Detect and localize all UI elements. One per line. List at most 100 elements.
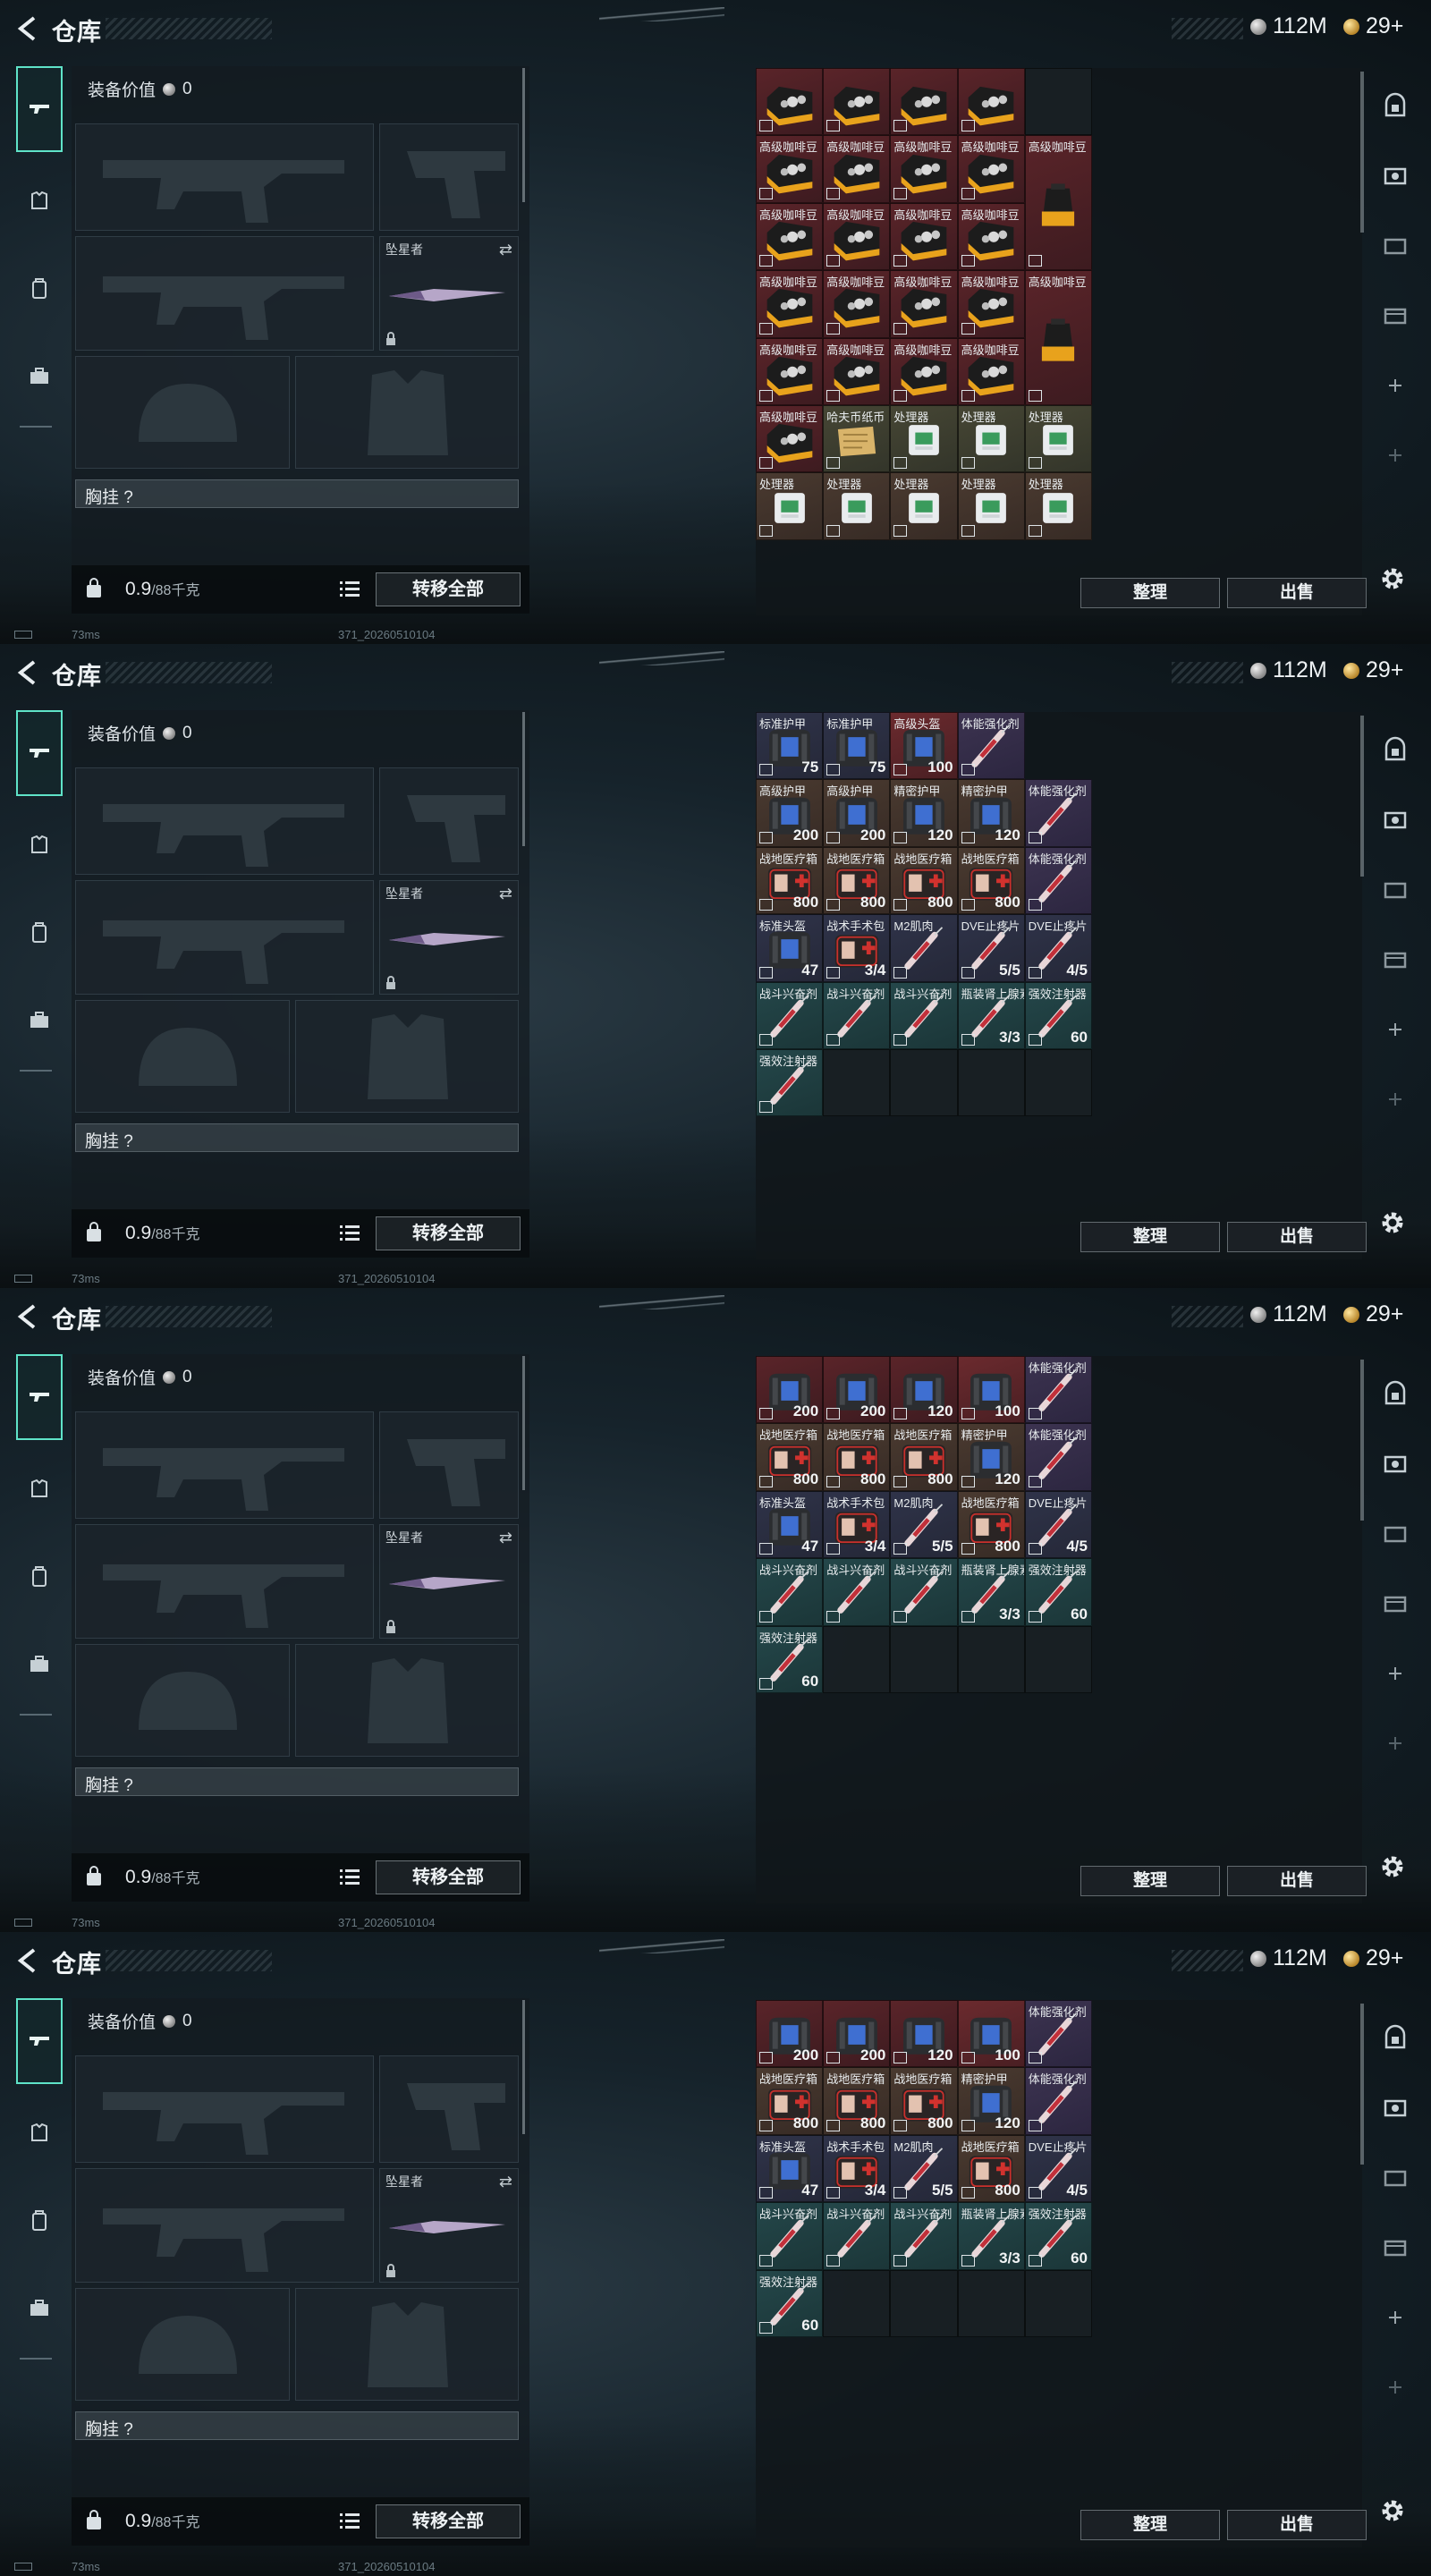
add-container-button[interactable]: [1373, 2283, 1418, 2352]
helmet-slot[interactable]: [75, 2288, 290, 2401]
loadout-scrollbar[interactable]: [522, 2000, 525, 2134]
stash-item[interactable]: 高级咖啡豆: [823, 135, 891, 203]
gold-currency[interactable]: 29+: [1343, 657, 1403, 683]
stash-item[interactable]: 120: [890, 2000, 958, 2068]
stash-item[interactable]: 战地医疗箱 800: [890, 2067, 958, 2135]
stash-item[interactable]: 体能强化剂: [1024, 1356, 1092, 1424]
stash-item[interactable]: 战斗兴奋剂: [890, 2202, 958, 2270]
stash-item[interactable]: [756, 68, 824, 136]
right-nav-item[interactable]: [1373, 855, 1418, 925]
right-nav-item[interactable]: [1373, 2073, 1418, 2143]
stash-item[interactable]: 战斗兴奋剂: [890, 1558, 958, 1626]
right-nav-item[interactable]: [1373, 1360, 1418, 1429]
nav-armor[interactable]: [16, 807, 63, 884]
stash-item[interactable]: 体能强化剂: [1024, 846, 1092, 915]
nav-case[interactable]: [16, 982, 63, 1059]
add-container-button[interactable]: [1373, 420, 1418, 490]
add-container-button[interactable]: [1373, 351, 1418, 420]
stash-item[interactable]: DVE止疼片 5/5: [957, 914, 1025, 982]
stash-item[interactable]: 瓶装肾上腺素 3/3: [957, 1558, 1025, 1626]
primary-weapon-slot[interactable]: [75, 1411, 374, 1519]
transfer-all-button[interactable]: 转移全部: [376, 1216, 521, 1250]
stash-scrollbar[interactable]: [1360, 2004, 1364, 2165]
nav-armor[interactable]: [16, 1451, 63, 1528]
nav-weapons[interactable]: [16, 1354, 63, 1440]
stash-item[interactable]: 精密护甲 120: [957, 779, 1025, 847]
stash-item[interactable]: 战地医疗箱 800: [957, 1490, 1025, 1559]
right-nav-item[interactable]: [1373, 1569, 1418, 1639]
stash-scrollbar[interactable]: [1360, 72, 1364, 233]
add-container-button[interactable]: [1373, 1708, 1418, 1778]
melee-slot[interactable]: 坠星者 ⇄: [379, 2168, 519, 2283]
stash-item[interactable]: 战地医疗箱 800: [823, 846, 891, 915]
sell-button[interactable]: 出售: [1227, 1222, 1367, 1252]
stash-item[interactable]: 处理器: [890, 472, 958, 540]
sell-button[interactable]: 出售: [1227, 1866, 1367, 1896]
stash-item[interactable]: 100: [957, 1356, 1025, 1424]
add-container-button[interactable]: [1373, 1639, 1418, 1708]
stash-scrollbar[interactable]: [1360, 1360, 1364, 1521]
stash-item[interactable]: 处理器: [1024, 472, 1092, 540]
stash-item[interactable]: 战术手术包 3/4: [823, 1490, 891, 1559]
stash-item[interactable]: DVE止疼片 4/5: [1024, 914, 1092, 982]
stash-item[interactable]: 高级咖啡豆: [890, 202, 958, 271]
stash-item[interactable]: 精密护甲 120: [890, 779, 958, 847]
sell-button[interactable]: 出售: [1227, 2510, 1367, 2540]
chest-rig-header[interactable]: 胸挂 ?: [75, 1123, 519, 1152]
helmet-slot[interactable]: [75, 356, 290, 469]
stash-item[interactable]: 体能强化剂: [1024, 2067, 1092, 2135]
pistol-slot[interactable]: [379, 1411, 519, 1519]
chest-rig-header[interactable]: 胸挂 ?: [75, 479, 519, 508]
back-arrow-icon[interactable]: [13, 657, 43, 688]
stash-item[interactable]: 战斗兴奋剂: [756, 1558, 824, 1626]
stash-item[interactable]: [823, 68, 891, 136]
stash-item[interactable]: 战术手术包 3/4: [823, 2134, 891, 2203]
stash-item[interactable]: M2肌肉: [890, 914, 958, 982]
sort-button[interactable]: 整理: [1080, 578, 1220, 608]
stash-item[interactable]: 处理器: [756, 472, 824, 540]
primary-weapon-slot[interactable]: [75, 123, 374, 231]
stash-item[interactable]: 战地医疗箱 800: [823, 1423, 891, 1491]
stash-item[interactable]: 高级咖啡豆: [756, 270, 824, 338]
sort-button[interactable]: 整理: [1080, 1222, 1220, 1252]
stash-item[interactable]: 高级咖啡豆: [756, 405, 824, 473]
nav-armor[interactable]: [16, 163, 63, 240]
gold-currency[interactable]: 29+: [1343, 13, 1403, 39]
stash-item[interactable]: 高级咖啡豆: [890, 270, 958, 338]
stash-item[interactable]: 200: [756, 1356, 824, 1424]
settings-icon[interactable]: [1377, 1208, 1408, 1238]
stash-item[interactable]: [957, 68, 1025, 136]
gold-currency[interactable]: 29+: [1343, 1945, 1403, 1971]
stash-item[interactable]: 处理器: [890, 405, 958, 473]
melee-slot[interactable]: 坠星者 ⇄: [379, 236, 519, 351]
right-nav-item[interactable]: [1373, 2213, 1418, 2283]
armor-slot[interactable]: [295, 356, 519, 469]
stash-item[interactable]: 标准护甲 75: [823, 712, 891, 780]
stash-item[interactable]: 高级咖啡豆: [957, 270, 1025, 338]
stash-item[interactable]: 强效注射器 60: [1024, 1558, 1092, 1626]
stash-item[interactable]: 精密护甲 120: [957, 2067, 1025, 2135]
nav-backpack[interactable]: [16, 2182, 63, 2259]
stash-item[interactable]: 高级护甲 200: [823, 779, 891, 847]
melee-slot[interactable]: 坠星者 ⇄: [379, 880, 519, 995]
stash-item[interactable]: 高级咖啡豆: [823, 270, 891, 338]
right-nav-item[interactable]: [1373, 925, 1418, 995]
stash-item[interactable]: 瓶装肾上腺素 3/3: [957, 981, 1025, 1049]
stash-item[interactable]: 标准头盔 47: [756, 2134, 824, 2203]
stash-item[interactable]: 战地医疗箱 800: [756, 2067, 824, 2135]
nav-case[interactable]: [16, 2270, 63, 2347]
stash-item[interactable]: 哈夫币纸币: [823, 405, 891, 473]
stash-item[interactable]: 标准头盔 47: [756, 914, 824, 982]
stash-item[interactable]: 精密护甲 120: [957, 1423, 1025, 1491]
list-icon[interactable]: [340, 1224, 360, 1241]
stash-item[interactable]: 强效注射器 60: [756, 1625, 824, 1693]
right-nav-item[interactable]: [1373, 211, 1418, 281]
pistol-slot[interactable]: [379, 123, 519, 231]
right-nav-item[interactable]: [1373, 281, 1418, 351]
sort-button[interactable]: 整理: [1080, 1866, 1220, 1896]
list-icon[interactable]: [340, 2512, 360, 2529]
chest-rig-header[interactable]: 胸挂 ?: [75, 1767, 519, 1796]
stash-item[interactable]: 强效注射器: [756, 1049, 824, 1117]
stash-item[interactable]: 200: [823, 2000, 891, 2068]
stash-item[interactable]: 高级咖啡豆: [957, 202, 1025, 271]
